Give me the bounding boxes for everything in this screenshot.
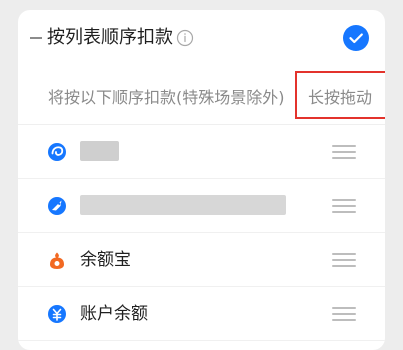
- collapse-line-icon: [30, 37, 42, 39]
- payment-order-hint-text: 将按以下顺序扣款(特殊场景除外): [48, 88, 285, 107]
- masked-payment-method-name: [80, 195, 286, 215]
- payment-method-label: 余额宝: [80, 250, 131, 270]
- blue-yuan-icon: [48, 305, 66, 323]
- payment-method-list: 余额宝 账户余额: [18, 125, 385, 341]
- payment-method-item-4[interactable]: 账户余额: [18, 287, 385, 341]
- drag-handle-icon[interactable]: [332, 199, 356, 213]
- long-press-drag-label: 长按拖动: [308, 88, 373, 107]
- masked-payment-method-name: [80, 141, 119, 161]
- drag-handle-icon[interactable]: [332, 307, 356, 321]
- payment-method-item-1[interactable]: [18, 125, 385, 179]
- orange-yuebao-icon: [50, 252, 64, 269]
- drag-handle-icon[interactable]: [332, 253, 356, 267]
- drag-handle-icon[interactable]: [332, 145, 356, 159]
- info-icon[interactable]: [176, 29, 194, 47]
- payment-order-hint-row: 将按以下顺序扣款(特殊场景除外) 长按拖动: [18, 71, 385, 125]
- checkmark-toggle-icon[interactable]: [343, 25, 369, 51]
- blue-rocket-icon: [48, 197, 66, 215]
- payment-order-title: 按列表顺序扣款: [47, 27, 173, 48]
- payment-method-label: 账户余额: [80, 304, 148, 324]
- payment-order-header[interactable]: 按列表顺序扣款: [18, 10, 385, 66]
- payment-method-item-2[interactable]: [18, 179, 385, 233]
- payment-method-item-3[interactable]: 余额宝: [18, 233, 385, 287]
- payment-order-card: 按列表顺序扣款 将按以下顺序扣款(特殊场景除外) 长按拖动 余额宝 账户余额: [18, 10, 385, 350]
- blue-spiral-icon: [48, 143, 66, 161]
